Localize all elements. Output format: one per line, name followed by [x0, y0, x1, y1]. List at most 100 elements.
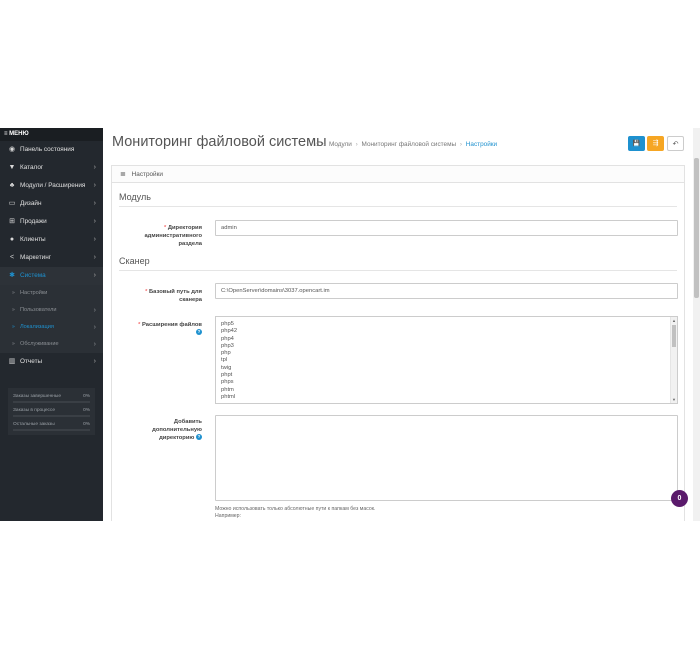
- sidebar-item-label: Клиенты: [20, 236, 46, 243]
- page-scrollbar[interactable]: [693, 128, 700, 521]
- extension-option[interactable]: php: [221, 350, 237, 357]
- required-mark: *: [138, 322, 141, 328]
- extra-dirs-label-text: Добавить дополнительную директорию: [152, 419, 202, 441]
- puzzle-icon: ♣: [9, 182, 15, 189]
- chevron-right-icon: ›: [93, 341, 96, 348]
- home-icon[interactable]: ⌂: [315, 141, 319, 148]
- base-path-label: * Базовый путь для сканера: [132, 288, 202, 304]
- page-title: Мониторинг файловой системы: [112, 134, 327, 150]
- chevron-right-icon: ›: [93, 164, 96, 171]
- save-button[interactable]: 💾: [628, 136, 645, 151]
- stat-percent: 0%: [83, 408, 90, 413]
- settings-panel: ≣ Настройки Модуль * Директория админист…: [111, 165, 685, 521]
- extension-option[interactable]: phtm: [221, 387, 237, 394]
- share-icon: ⇶: [652, 140, 659, 147]
- stat-row: Заказы завершенные 0%: [11, 391, 92, 405]
- sidebar-item-customers[interactable]: ● Клиенты ›: [0, 231, 103, 249]
- sidebar-item-catalog[interactable]: ▼ Каталог ›: [0, 159, 103, 177]
- extra-dirs-label: Добавить дополнительную директорию ?: [132, 418, 202, 442]
- stat-row: Остальные заказы 0%: [11, 419, 92, 433]
- sidebar-item-label: Панель состояния: [20, 146, 75, 153]
- dashboard-icon: ◉: [8, 146, 16, 153]
- scrollbar-thumb[interactable]: [672, 325, 676, 347]
- back-button[interactable]: ↶: [667, 136, 684, 151]
- help-icon[interactable]: ?: [196, 329, 202, 336]
- sidebar-subitem-label: Локализация: [20, 324, 54, 330]
- sidebar-item-extensions[interactable]: ♣ Модули / Расширения ›: [0, 177, 103, 195]
- progress-bar: [13, 401, 90, 403]
- scrollbar-thumb[interactable]: [694, 158, 699, 298]
- extension-option[interactable]: php5: [221, 321, 237, 328]
- list-icon: ≣: [120, 171, 126, 178]
- extensions-multiselect[interactable]: php5 php42 php4 php3 php tpl twig phpt phps phtm p…: [215, 316, 678, 404]
- panel-heading-title: Настройки: [131, 171, 163, 178]
- gear-icon: ✱: [9, 272, 15, 279]
- scroll-down-icon[interactable]: ▼: [672, 397, 676, 402]
- menu-title[interactable]: ≡ МЕНЮ: [0, 128, 103, 141]
- chevron-down-icon: ›: [93, 272, 96, 279]
- extension-option[interactable]: phpt: [221, 372, 237, 379]
- breadcrumb-fs-monitor[interactable]: Мониторинг файловой системы: [362, 141, 457, 148]
- breadcrumb-separator: ›: [323, 141, 326, 148]
- extension-option[interactable]: phtml: [221, 394, 237, 401]
- extension-option[interactable]: php3: [221, 343, 237, 350]
- share-button[interactable]: ⇶: [647, 136, 664, 151]
- chevron-right-icon: ›: [93, 358, 96, 365]
- sidebar-item-system[interactable]: ✱ Система ›: [0, 267, 103, 285]
- user-icon: ●: [9, 236, 15, 243]
- sidebar-subitem-label: Обслуживание: [20, 341, 59, 347]
- extension-option[interactable]: tpl: [221, 357, 237, 364]
- chart-icon: ▥: [8, 358, 16, 365]
- extension-option[interactable]: php42: [221, 328, 237, 335]
- main-content: Мониторинг файловой системы ⌂ › Модули ›…: [103, 128, 693, 521]
- base-path-input[interactable]: [215, 283, 678, 299]
- sidebar-subitem-label: Пользователи: [20, 307, 57, 313]
- breadcrumb-separator: ›: [355, 141, 358, 148]
- order-stats: Заказы завершенные 0% Заказы в процессе …: [8, 388, 95, 435]
- extension-option[interactable]: phps: [221, 379, 237, 386]
- floppy-icon: 💾: [632, 141, 641, 147]
- hint-text: Можно использовать только абсолютные пут…: [215, 506, 375, 520]
- sidebar-item-marketing[interactable]: < Маркетинг ›: [0, 249, 103, 267]
- extension-option[interactable]: twig: [221, 365, 237, 372]
- stat-percent: 0%: [83, 422, 90, 427]
- sidebar-item-reports[interactable]: ▥ Отчеты ›: [0, 353, 103, 371]
- sidebar-subitem-settings[interactable]: » Настройки: [0, 285, 103, 302]
- sidebar-item-dashboard[interactable]: ◉ Панель состояния: [0, 141, 103, 159]
- page-header: Мониторинг файловой системы ⌂ › Модули ›…: [103, 128, 693, 160]
- chevron-right-icon: ›: [93, 324, 96, 331]
- bullet-icon: »: [12, 307, 15, 313]
- share-icon: <: [9, 254, 15, 261]
- scanner-section-title: Сканер: [119, 256, 677, 271]
- chevron-right-icon: ›: [93, 236, 96, 243]
- sidebar-item-label: Дизайн: [20, 200, 42, 207]
- extension-option[interactable]: php4: [221, 336, 237, 343]
- monitor-icon: ▭: [8, 200, 16, 207]
- chevron-right-icon: ›: [93, 307, 96, 314]
- sidebar-subitem-localisation[interactable]: » Локализация ›: [0, 319, 103, 336]
- stat-percent: 0%: [83, 394, 90, 399]
- sidebar-subitem-label: Настройки: [20, 290, 48, 296]
- breadcrumb-settings[interactable]: Настройки: [466, 141, 497, 148]
- extra-dirs-textarea[interactable]: [215, 415, 678, 501]
- extensions-scrollbar[interactable]: ▲ ▼: [670, 317, 677, 403]
- sidebar-subitem-maintenance[interactable]: » Обслуживание ›: [0, 336, 103, 353]
- sidebar-item-design[interactable]: ▭ Дизайн ›: [0, 195, 103, 213]
- bullet-icon: »: [12, 324, 15, 330]
- admin-dir-label: * Директория административного раздела: [132, 224, 202, 248]
- sidebar-subitem-users[interactable]: » Пользователи ›: [0, 302, 103, 319]
- admin-dir-input[interactable]: [215, 220, 678, 236]
- required-mark: *: [145, 289, 148, 295]
- sidebar-item-sales[interactable]: ⊞ Продажи ›: [0, 213, 103, 231]
- breadcrumb: ⌂ › Модули › Мониторинг файловой системы…: [315, 141, 497, 148]
- app-window: ≡ МЕНЮ ◉ Панель состояния ▼ Каталог › ♣ …: [0, 128, 700, 521]
- help-icon[interactable]: ?: [196, 434, 202, 441]
- breadcrumb-modules[interactable]: Модули: [329, 141, 352, 148]
- chevron-right-icon: ›: [93, 200, 96, 207]
- scroll-up-icon[interactable]: ▲: [672, 318, 676, 323]
- stat-row: Заказы в процессе 0%: [11, 405, 92, 419]
- extensions-list: php5 php42 php4 php3 php tpl twig phpt phps phtm p…: [221, 321, 237, 401]
- module-section-title: Модуль: [119, 192, 677, 207]
- chevron-right-icon: ›: [93, 218, 96, 225]
- chat-badge[interactable]: 0: [671, 490, 688, 507]
